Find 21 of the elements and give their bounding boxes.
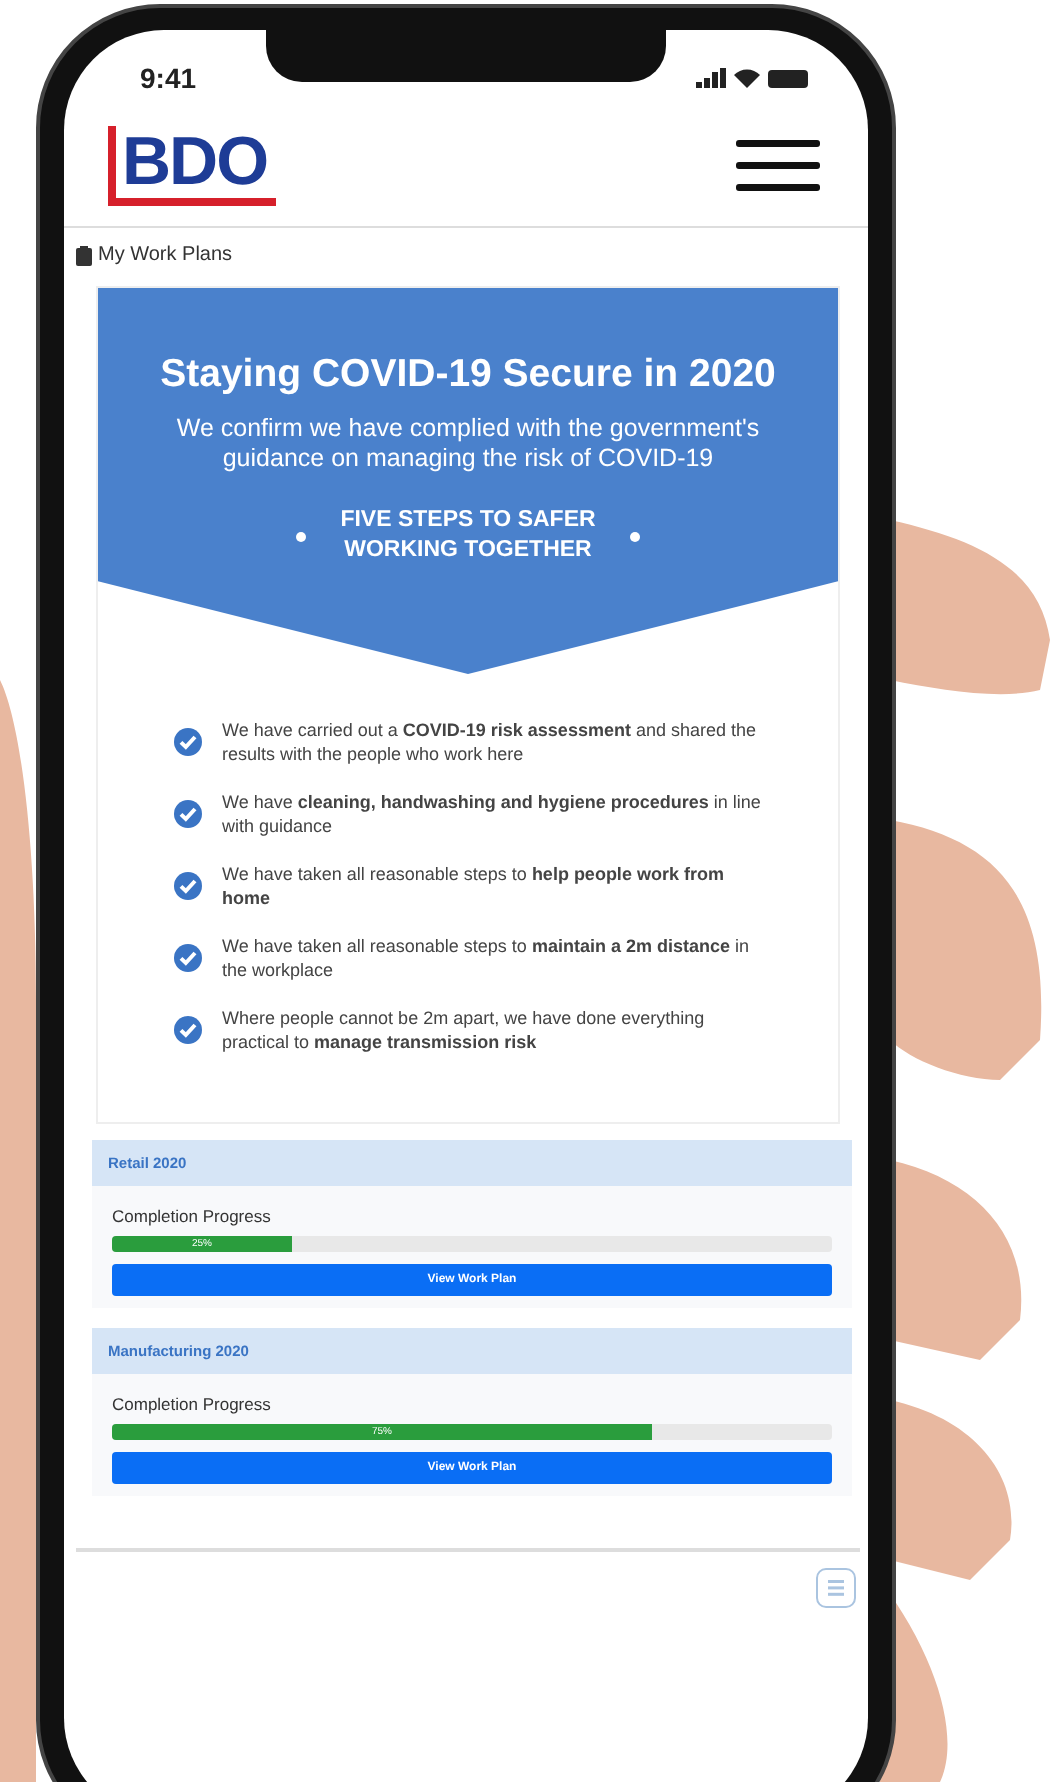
steps-heading: FIVE STEPS TO SAFER WORKING TOGETHER xyxy=(338,506,598,566)
list-icon xyxy=(828,1580,844,1596)
brand-logo[interactable]: BDO xyxy=(108,126,276,206)
checklist-text: We have carried out a COVID-19 risk assessment and shared the results with the people who work here xyxy=(222,718,759,766)
progress-label: Completion Progress xyxy=(112,1394,273,1414)
checklist-text: We have cleaning, handwashing and hygiene procedures in line with guidance xyxy=(222,790,763,838)
progress-label: Completion Progress xyxy=(112,1206,273,1226)
bullet-dot xyxy=(296,531,306,541)
checklist-text: Where people cannot be 2m apart, we have done everything practical to manage transmission risk xyxy=(222,1006,707,1054)
clipboard-icon xyxy=(76,245,92,265)
banner-title: Staying COVID-19 Secure in 2020 xyxy=(158,352,778,398)
menu-icon[interactable] xyxy=(736,140,820,192)
page-title: My Work Plans xyxy=(98,244,233,266)
checklist-text: We have taken all reasonable steps to help people work from home xyxy=(222,862,726,910)
status-time: 9:41 xyxy=(140,62,197,94)
battery-icon xyxy=(768,69,808,87)
banner-subtitle: We confirm we have complied with the government's guidance on managing the risk of COVID-19 xyxy=(174,414,762,474)
signal-icon xyxy=(696,68,726,88)
bullet-dot xyxy=(630,531,640,541)
checklist-text: We have taken all reasonable steps to maintain a 2m distance in the workplace xyxy=(222,934,751,982)
wifi-icon xyxy=(734,68,760,88)
